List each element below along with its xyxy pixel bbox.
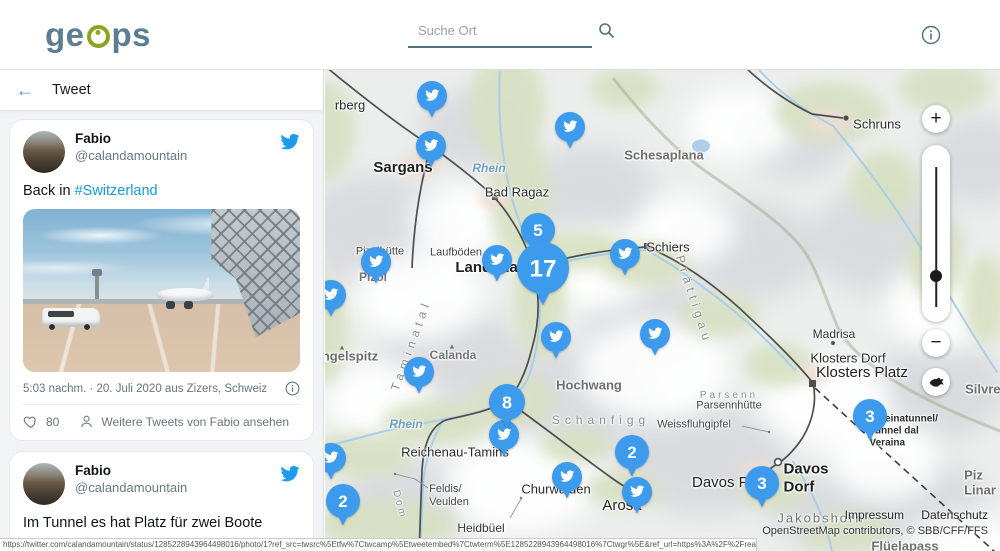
search-input[interactable] (408, 23, 598, 38)
tweet-panel: ← Tweet Fabio @calandamountain Back in #… (0, 70, 324, 551)
author-handle: @calandamountain (75, 148, 279, 163)
cluster-marker[interactable]: 2 (615, 435, 649, 483)
tweet-pin[interactable] (622, 477, 652, 520)
map-copyright: OpenStreetMap contributors, © SBB/CFF/FF… (762, 525, 988, 537)
tweet-author: Fabio @calandamountain (75, 131, 279, 163)
zoom-in-button[interactable]: + (922, 105, 950, 133)
page: { "header": { "logo_ge": "ge", "logo_ps"… (0, 0, 1000, 551)
person-icon (79, 414, 94, 429)
geops-logo: geps (45, 16, 151, 54)
tweet-text: Back in #Switzerland (23, 183, 300, 199)
search-icon[interactable] (598, 22, 615, 39)
panel-title: Tweet (52, 82, 91, 98)
cluster-marker[interactable]: 3 (745, 466, 779, 514)
panel-header: ← Tweet (0, 70, 323, 111)
tweet-pin[interactable] (325, 280, 346, 323)
cluster-marker[interactable]: 17 (517, 242, 569, 313)
author-handle: @calandamountain (75, 480, 279, 495)
tweet-list: Fabio @calandamountain Back in #Switzerl… (0, 111, 323, 551)
more-tweets-link[interactable]: Weitere Tweets von Fabio ansehen (101, 415, 289, 429)
tweet-card: Fabio @calandamountain Back in #Switzerl… (9, 119, 314, 441)
svg-text:2: 2 (627, 443, 636, 462)
info-icon (921, 25, 941, 45)
tweet-pin[interactable] (417, 81, 447, 124)
svg-text:2: 2 (338, 492, 347, 511)
tweet-card: Fabio @calandamountain Im Tunnel es hat … (9, 451, 314, 551)
tweet-pin[interactable] (541, 322, 571, 365)
map[interactable]: rbergSargansRheinBad RagazSchrunsSchesap… (325, 70, 1000, 551)
tweet-pin[interactable] (610, 239, 640, 282)
profile-button[interactable] (79, 414, 94, 429)
tweet-text: Im Tunnel es hat Platz für zwei Boote (23, 515, 300, 531)
tweet-pin[interactable] (640, 319, 670, 362)
heart-icon (23, 414, 39, 429)
twitter-icon[interactable] (279, 465, 300, 483)
map-attribution: Impressum Datenschutz OpenStreetMap cont… (762, 508, 988, 537)
cluster-marker[interactable]: 8 (489, 384, 525, 435)
avatar[interactable] (23, 131, 65, 173)
avatar[interactable] (23, 463, 65, 505)
app-header: geps (0, 0, 1000, 70)
logo-text-ge: ge (45, 16, 85, 54)
tweet-pin[interactable] (552, 462, 582, 505)
back-button[interactable]: ← (16, 81, 34, 99)
photo-control-tower (95, 269, 99, 299)
impressum-link[interactable]: Impressum (845, 508, 904, 522)
fish-icon (928, 376, 945, 389)
photo-tow-vehicle (42, 308, 100, 327)
cluster-marker[interactable]: 3 (853, 399, 887, 447)
tweet-pin[interactable] (416, 131, 446, 174)
zoom-slider-handle[interactable] (930, 270, 942, 282)
tweet-info-button[interactable] (285, 381, 300, 396)
twitter-icon[interactable] (279, 133, 300, 151)
info-circle-icon (285, 381, 300, 396)
tweet-pin[interactable] (361, 247, 391, 290)
extra-map-button[interactable] (922, 368, 950, 396)
like-button[interactable] (23, 414, 39, 429)
info-button[interactable] (921, 25, 941, 45)
author-name[interactable]: Fabio (75, 463, 279, 478)
zoom-slider[interactable] (922, 145, 950, 322)
svg-text:3: 3 (757, 474, 766, 493)
svg-text:17: 17 (530, 256, 557, 283)
author-name[interactable]: Fabio (75, 131, 279, 146)
zoom-slider-track (935, 167, 937, 307)
photo-airplane (150, 276, 245, 326)
like-count: 80 (46, 415, 59, 429)
card-divider (23, 404, 300, 405)
zoom-out-button[interactable]: − (922, 329, 950, 357)
status-bar-url: https://twitter.com/calandamountain/stat… (0, 538, 757, 551)
logo-text-ps: ps (112, 16, 152, 54)
tweet-timestamp: 5:03 nachm. · 20. Juli 2020 aus Zizers, … (23, 383, 267, 395)
tweet-pin[interactable] (325, 443, 346, 486)
svg-text:5: 5 (533, 221, 542, 240)
tweet-pin[interactable] (482, 245, 512, 288)
datenschutz-link[interactable]: Datenschutz (921, 508, 988, 522)
search-box (408, 14, 592, 48)
cluster-marker[interactable]: 2 (326, 484, 360, 532)
tweet-photo[interactable] (23, 209, 300, 372)
tweet-author: Fabio @calandamountain (75, 463, 279, 495)
logo-ring-icon (87, 25, 110, 48)
tweet-pin[interactable] (404, 357, 434, 400)
svg-text:8: 8 (502, 392, 512, 412)
tweet-pin[interactable] (555, 112, 585, 155)
map-markers: 5 17 8 2 2 3 3 (325, 70, 1000, 551)
hashtag-link[interactable]: #Switzerland (75, 183, 158, 199)
svg-text:3: 3 (865, 407, 874, 426)
